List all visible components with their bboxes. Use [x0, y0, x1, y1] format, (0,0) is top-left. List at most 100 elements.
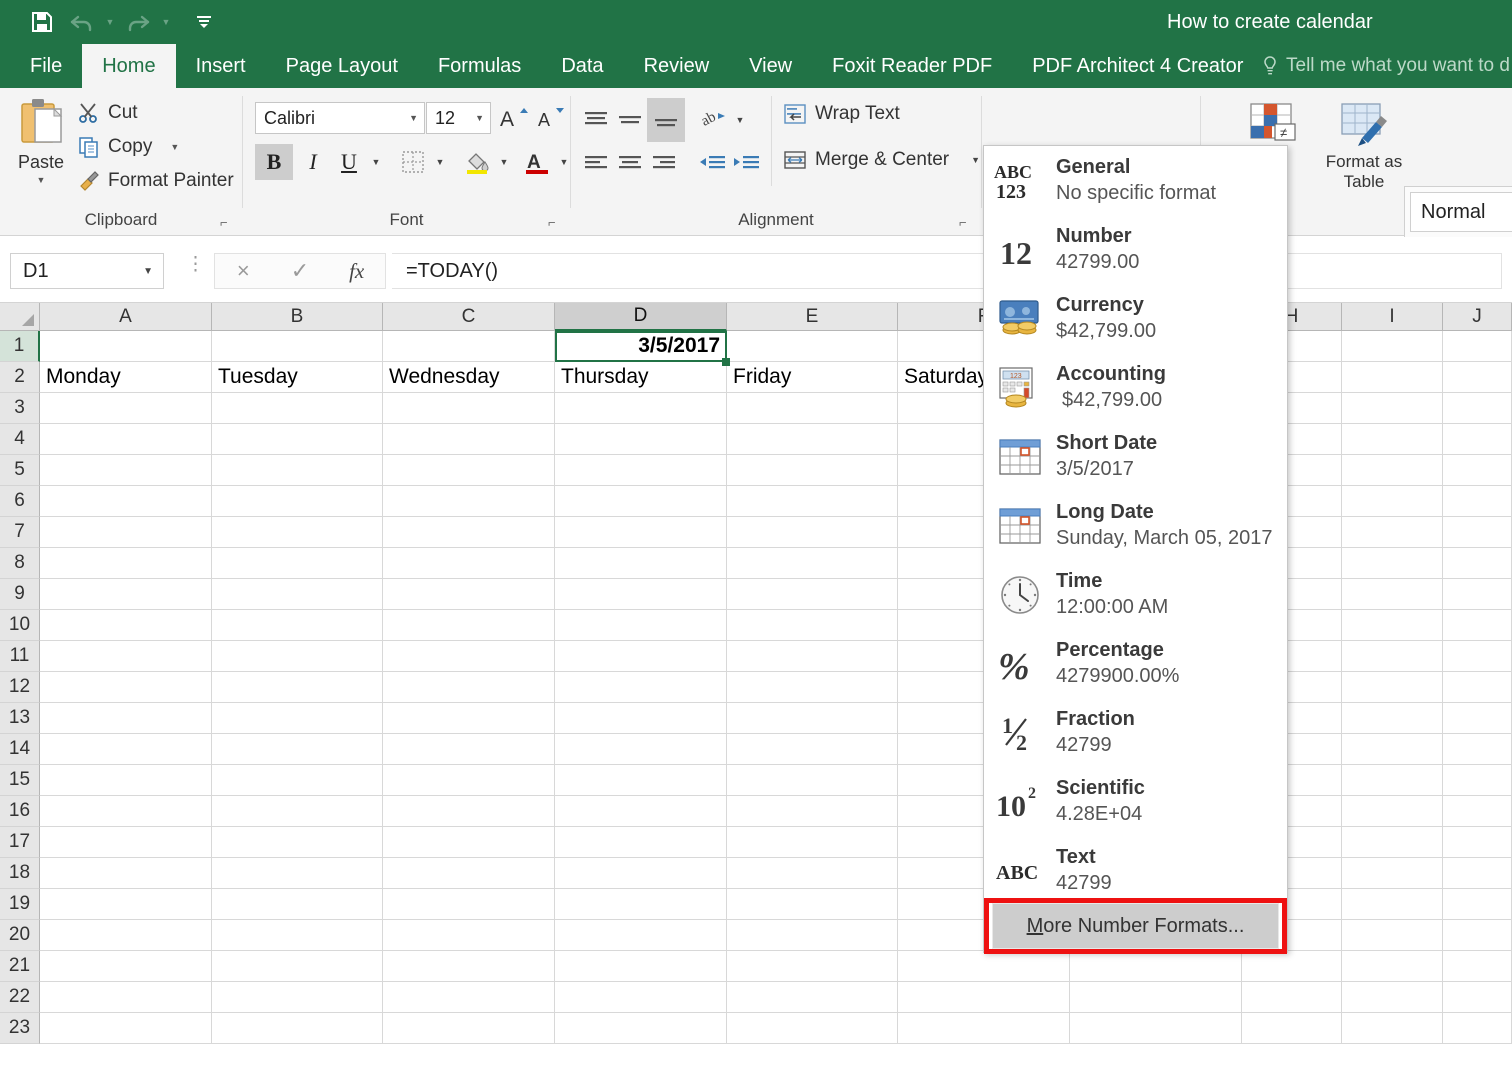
number-format-item-accounting[interactable]: 123 Accounting $42,799.00 [984, 353, 1287, 422]
alignment-dialog-launcher-icon[interactable]: ⌐ [959, 216, 973, 230]
select-all-corner[interactable] [0, 303, 40, 331]
cell-b9[interactable] [212, 579, 383, 610]
more-number-formats-item[interactable]: More Number Formats... [992, 903, 1279, 949]
tab-file[interactable]: File [10, 44, 82, 88]
cell-d8[interactable] [555, 548, 727, 579]
cell-f23[interactable] [898, 1013, 1070, 1044]
align-right-icon[interactable] [647, 148, 681, 180]
cell-j12[interactable] [1443, 672, 1512, 703]
cell-b16[interactable] [212, 796, 383, 827]
undo-dropdown-icon[interactable]: ▼ [102, 7, 118, 37]
cell-e4[interactable] [727, 424, 898, 455]
cell-e16[interactable] [727, 796, 898, 827]
underline-button[interactable]: U [331, 144, 367, 180]
cell-j10[interactable] [1443, 610, 1512, 641]
align-center-icon[interactable] [613, 148, 647, 180]
cell-j23[interactable] [1443, 1013, 1512, 1044]
cell-i14[interactable] [1342, 734, 1443, 765]
cell-j15[interactable] [1443, 765, 1512, 796]
cell-j5[interactable] [1443, 455, 1512, 486]
cell-c5[interactable] [383, 455, 555, 486]
cell-d12[interactable] [555, 672, 727, 703]
column-header-j[interactable]: J [1443, 303, 1512, 331]
cell-f22[interactable] [898, 982, 1070, 1013]
cell-i18[interactable] [1342, 858, 1443, 889]
cell-b10[interactable] [212, 610, 383, 641]
font-dialog-launcher-icon[interactable]: ⌐ [548, 216, 562, 230]
cell-i22[interactable] [1342, 982, 1443, 1013]
cell-j21[interactable] [1443, 951, 1512, 982]
cell-i19[interactable] [1342, 889, 1443, 920]
cell-j1[interactable] [1443, 331, 1512, 362]
cell-d21[interactable] [555, 951, 727, 982]
cell-c1[interactable] [383, 331, 555, 362]
clipboard-dialog-launcher-icon[interactable]: ⌐ [220, 216, 234, 230]
font-size-dropdown-icon[interactable]: ▼ [475, 113, 484, 123]
cell-a15[interactable] [40, 765, 212, 796]
tab-formulas[interactable]: Formulas [418, 44, 541, 88]
shrink-font-icon[interactable]: A [534, 102, 566, 134]
tab-foxit-reader-pdf[interactable]: Foxit Reader PDF [812, 44, 1012, 88]
cell-b12[interactable] [212, 672, 383, 703]
cell-b18[interactable] [212, 858, 383, 889]
font-name-dropdown-icon[interactable]: ▼ [409, 113, 418, 123]
cell-e7[interactable] [727, 517, 898, 548]
copy-dropdown-icon[interactable]: ▼ [170, 142, 179, 152]
cell-b8[interactable] [212, 548, 383, 579]
row-header-2[interactable]: 2 [0, 362, 40, 393]
number-format-item-scientific[interactable]: 10 2 Scientific 4.28E+04 [984, 767, 1287, 836]
column-header-b[interactable]: B [212, 303, 383, 331]
cell-c12[interactable] [383, 672, 555, 703]
cell-j11[interactable] [1443, 641, 1512, 672]
cell-j9[interactable] [1443, 579, 1512, 610]
cell-c7[interactable] [383, 517, 555, 548]
cell-c11[interactable] [383, 641, 555, 672]
cell-j8[interactable] [1443, 548, 1512, 579]
cell-d22[interactable] [555, 982, 727, 1013]
cell-b23[interactable] [212, 1013, 383, 1044]
cell-e9[interactable] [727, 579, 898, 610]
cell-i13[interactable] [1342, 703, 1443, 734]
undo-icon[interactable] [62, 7, 102, 37]
cell-e10[interactable] [727, 610, 898, 641]
row-header-17[interactable]: 17 [0, 827, 40, 858]
cell-h21[interactable] [1242, 951, 1342, 982]
italic-button[interactable]: I [295, 144, 331, 180]
cell-d5[interactable] [555, 455, 727, 486]
borders-dropdown-icon[interactable]: ▼ [431, 144, 449, 180]
redo-dropdown-icon[interactable]: ▼ [158, 7, 174, 37]
cell-g22[interactable] [1070, 982, 1242, 1013]
number-format-item-long-date[interactable]: Long Date Sunday, March 05, 2017 [984, 491, 1287, 560]
cell-b5[interactable] [212, 455, 383, 486]
cell-a13[interactable] [40, 703, 212, 734]
cell-c13[interactable] [383, 703, 555, 734]
cell-c15[interactable] [383, 765, 555, 796]
cell-c23[interactable] [383, 1013, 555, 1044]
row-header-12[interactable]: 12 [0, 672, 40, 703]
number-format-item-text[interactable]: ABC Text 42799 [984, 836, 1287, 905]
column-header-i[interactable]: I [1342, 303, 1443, 331]
cell-e21[interactable] [727, 951, 898, 982]
cell-i8[interactable] [1342, 548, 1443, 579]
column-header-e[interactable]: E [727, 303, 898, 331]
tab-data[interactable]: Data [541, 44, 623, 88]
cell-i5[interactable] [1342, 455, 1443, 486]
cell-b14[interactable] [212, 734, 383, 765]
cell-c16[interactable] [383, 796, 555, 827]
cell-b20[interactable] [212, 920, 383, 951]
cell-e6[interactable] [727, 486, 898, 517]
cell-i2[interactable] [1342, 362, 1443, 393]
cell-a3[interactable] [40, 393, 212, 424]
tab-pdf-architect-4-creator[interactable]: PDF Architect 4 Creator [1012, 44, 1263, 88]
cell-b11[interactable] [212, 641, 383, 672]
row-header-10[interactable]: 10 [0, 610, 40, 641]
cell-a6[interactable] [40, 486, 212, 517]
cell-i12[interactable] [1342, 672, 1443, 703]
redo-icon[interactable] [118, 7, 158, 37]
cell-c20[interactable] [383, 920, 555, 951]
cell-j4[interactable] [1443, 424, 1512, 455]
cell-c19[interactable] [383, 889, 555, 920]
save-icon[interactable] [22, 7, 62, 37]
cell-e17[interactable] [727, 827, 898, 858]
name-box-dropdown-icon[interactable]: ▼ [143, 266, 153, 277]
